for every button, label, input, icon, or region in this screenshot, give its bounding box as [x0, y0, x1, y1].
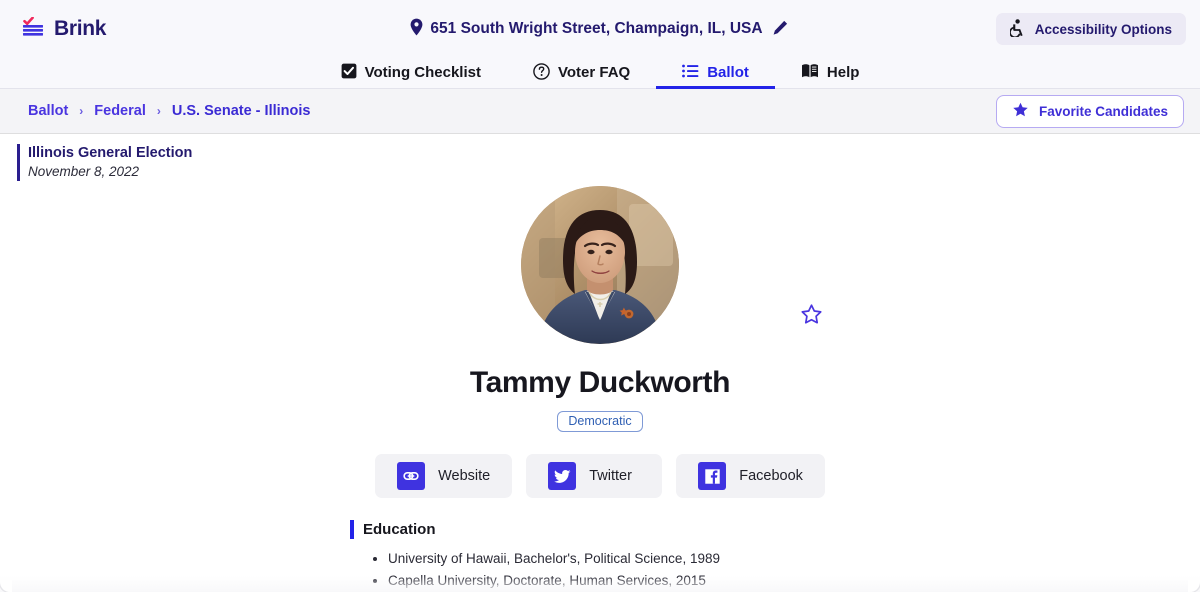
breadcrumb-bar: Ballot › Federal › U.S. Senate - Illinoi… [0, 89, 1200, 134]
breadcrumb-item-ballot[interactable]: Ballot [28, 103, 68, 119]
tab-ballot-label: Ballot [707, 64, 749, 81]
voter-ballot-app: Brink 651 South Wright Street, Champaign… [0, 0, 1200, 592]
education-list: University of Hawaii, Bachelor's, Politi… [350, 548, 870, 592]
tab-help-label: Help [826, 64, 860, 81]
main-tabbar: Voting Checklist Voter FAQ Ballot Help [0, 58, 1200, 89]
candidate-detail-panel: Illinois General Election November 8, 20… [0, 134, 1200, 592]
checkbox-checked-icon [341, 63, 357, 82]
wheelchair-accessibility-icon [1008, 18, 1026, 40]
brand-name: Brink [54, 17, 107, 40]
brink-lines-check-logo [22, 16, 48, 41]
window-corner-left [0, 580, 12, 592]
location-pin-icon [410, 18, 423, 41]
tab-voter-faq[interactable]: Voter FAQ [507, 57, 656, 88]
brand-logo[interactable]: Brink [22, 16, 107, 41]
window-corner-right [1188, 580, 1200, 592]
twitter-link-label: Twitter [589, 468, 632, 484]
edit-address-button[interactable] [770, 20, 790, 39]
candidate-card: Tammy Duckworth Democratic Website Twitt… [0, 186, 1200, 498]
tab-ballot[interactable]: Ballot [656, 57, 775, 89]
election-header: Illinois General Election November 8, 20… [17, 144, 192, 181]
breadcrumb-item-us-senate-illinois[interactable]: U.S. Senate - Illinois [172, 103, 311, 119]
open-book-icon [801, 63, 819, 82]
accessibility-options-button[interactable]: Accessibility Options [995, 13, 1186, 45]
website-link-button[interactable]: Website [375, 454, 513, 498]
link-chain-icon [397, 462, 426, 490]
twitter-link-button[interactable]: Twitter [526, 454, 663, 498]
app-header: Brink 651 South Wright Street, Champaign… [0, 0, 1200, 58]
current-address[interactable]: 651 South Wright Street, Champaign, IL, … [410, 18, 789, 41]
facebook-f-icon [698, 462, 727, 490]
favorite-candidates-button[interactable]: Favorite Candidates [995, 95, 1184, 128]
breadcrumb-separator: › [156, 104, 161, 118]
pencil-edit-icon [772, 20, 788, 39]
list-bullets-icon [682, 64, 699, 81]
party-badge: Democratic [557, 411, 643, 432]
breadcrumb-separator: › [79, 104, 84, 118]
election-title: Illinois General Election [28, 145, 193, 161]
tab-voter-faq-label: Voter FAQ [557, 64, 631, 81]
accessibility-options-label: Accessibility Options [1034, 21, 1172, 37]
facebook-link-label: Facebook [739, 468, 803, 484]
website-link-label: Website [438, 468, 491, 484]
candidate-portrait [521, 186, 679, 344]
tab-voting-checklist[interactable]: Voting Checklist [315, 57, 507, 88]
favorite-candidates-label: Favorite Candidates [1038, 104, 1168, 119]
tab-help[interactable]: Help [775, 57, 886, 88]
list-item: Capella University, Doctorate, Human Ser… [388, 570, 870, 592]
facebook-link-button[interactable]: Facebook [676, 454, 825, 498]
address-text: 651 South Wright Street, Champaign, IL, … [430, 20, 763, 37]
tab-voting-checklist-label: Voting Checklist [364, 64, 481, 81]
election-date: November 8, 2022 [28, 164, 140, 179]
candidate-name: Tammy Duckworth [469, 366, 731, 399]
star-filled-icon [1012, 102, 1029, 121]
question-circle-icon [533, 62, 550, 83]
breadcrumb-item-federal[interactable]: Federal [94, 103, 146, 119]
education-heading: Education [350, 520, 870, 539]
candidate-links: Website Twitter Facebook [375, 454, 825, 498]
education-section: Education University of Hawaii, Bachelor… [350, 520, 870, 592]
list-item: University of Hawaii, Bachelor's, Politi… [388, 548, 870, 570]
twitter-bird-icon [548, 462, 577, 490]
breadcrumb: Ballot › Federal › U.S. Senate - Illinoi… [28, 103, 310, 119]
